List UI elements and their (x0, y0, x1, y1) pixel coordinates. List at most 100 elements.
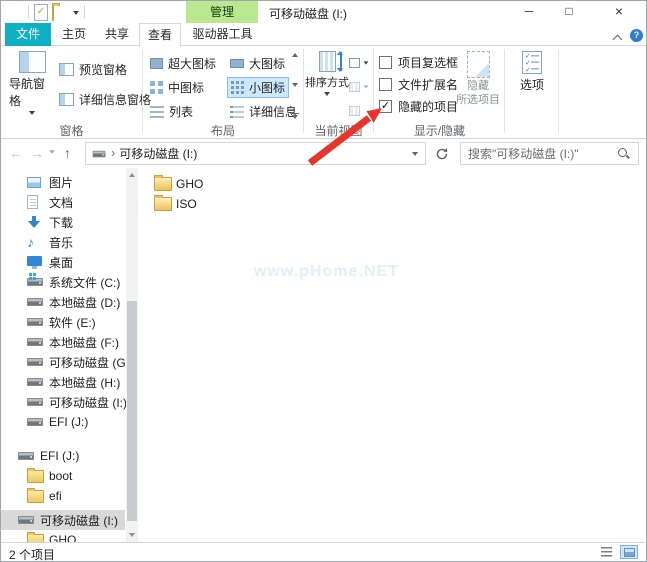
qat-customize-dropdown-icon[interactable] (73, 11, 79, 15)
group-by-icon (349, 58, 360, 68)
add-columns-button[interactable] (349, 78, 369, 96)
hidden-items-option[interactable]: ✓ 隐藏的项目 (379, 98, 458, 114)
current-view-group-label: 当前视图 (304, 122, 373, 139)
medium-icons-icon (150, 81, 163, 94)
search-input[interactable] (461, 147, 617, 161)
sidebar-item-efi-j-root[interactable]: EFI (J:) (1, 446, 125, 466)
address-dropdown-icon[interactable] (412, 152, 418, 156)
sidebar-item-label: EFI (J:) (49, 415, 88, 429)
gallery-scroll-up-icon[interactable] (292, 53, 298, 57)
details-pane-icon (59, 93, 74, 106)
layout-medium-icons[interactable]: 中图标 (147, 77, 207, 98)
gallery-scroll-down-icon[interactable] (292, 83, 298, 87)
recent-locations-dropdown-icon[interactable] (49, 150, 54, 153)
file-name-extensions-checkbox[interactable] (379, 78, 392, 91)
group-by-button[interactable] (349, 54, 369, 72)
search-box[interactable] (460, 142, 639, 165)
sidebar-item-efi-folder[interactable]: efi (1, 486, 125, 506)
tab-drive-tools[interactable]: 驱动器工具 (185, 23, 260, 46)
sidebar-item-local-disk-h[interactable]: 本地磁盘 (H:) (1, 372, 125, 392)
up-icon[interactable]: ↑ (64, 144, 71, 162)
sidebar-item-efi-j[interactable]: EFI (J:) (1, 412, 125, 432)
close-button[interactable]: × (601, 1, 637, 23)
sidebar-item-local-disk-f[interactable]: 本地磁盘 (F:) (1, 332, 125, 352)
item-check-boxes-option[interactable]: 项目复选框 (379, 54, 458, 70)
layout-large-icons[interactable]: 大图标 (227, 53, 288, 74)
sidebar-item-label: 本地磁盘 (D:) (49, 294, 120, 311)
file-item-iso[interactable]: ISO (154, 194, 197, 213)
sidebar-item-gho[interactable]: GHO (1, 530, 125, 542)
thumbnail-view-icon (624, 548, 635, 557)
collapse-ribbon-icon[interactable] (614, 34, 622, 42)
preview-pane-button[interactable]: 预览窗格 (59, 59, 127, 79)
sidebar-item-desktop[interactable]: 桌面 (1, 252, 125, 272)
sidebar-item-system-drive-c[interactable]: 系统文件 (C:) (1, 272, 125, 292)
group-separator (373, 49, 374, 133)
qat-new-folder-button[interactable] (52, 6, 54, 20)
sidebar-item-boot[interactable]: boot (1, 466, 125, 486)
status-bar: 2 个项目 (1, 542, 646, 561)
sidebar-scrollbar[interactable] (126, 168, 138, 542)
tab-home[interactable]: 主页 (53, 23, 95, 46)
layout-extra-large-icons[interactable]: 超大图标 (147, 53, 219, 74)
gallery-more-icon[interactable] (292, 113, 299, 120)
large-icons-icon (230, 59, 244, 68)
sidebar-item-label: 可移动磁盘 (G:) (49, 354, 133, 371)
file-name: ISO (176, 197, 197, 211)
size-columns-to-fit-button[interactable] (349, 102, 360, 120)
sidebar-item-documents[interactable]: 文档 (1, 192, 125, 212)
file-item-gho[interactable]: GHO (154, 174, 203, 193)
file-name-extensions-option[interactable]: 文件扩展名 (379, 76, 458, 92)
navigation-pane-button[interactable]: 导航窗格 (9, 51, 55, 115)
details-pane-label: 详细信息窗格 (79, 91, 151, 108)
show-hide-group-label: 显示/隐藏 (375, 122, 504, 139)
window-title: 可移动磁盘 (I:) (269, 5, 347, 22)
details-pane-button[interactable]: 详细信息窗格 (59, 89, 151, 109)
contextual-tab-header-manage[interactable]: 管理 (186, 1, 258, 23)
sort-by-button[interactable]: 排序方式 (305, 51, 349, 96)
qat-properties-button[interactable]: ✓ (34, 4, 48, 21)
chevron-down-icon (324, 92, 330, 96)
small-icons-icon (231, 81, 244, 94)
hide-selected-label-1: 隐藏 (467, 80, 489, 92)
layout-list[interactable]: 列表 (147, 101, 196, 122)
sidebar-item-software-e[interactable]: 软件 (E:) (1, 312, 125, 332)
sidebar-item-local-disk-d[interactable]: 本地磁盘 (D:) (1, 292, 125, 312)
sidebar-item-pictures[interactable]: 图片 (1, 172, 125, 192)
sidebar-item-removable-disk-i-selected[interactable]: 可移动磁盘 (I:) (1, 510, 125, 530)
address-input[interactable]: › 可移动磁盘 (I:) (85, 142, 426, 165)
maximize-button[interactable]: □ (551, 1, 587, 23)
layout-small-icons-selected[interactable]: 小图标 (227, 77, 289, 98)
refresh-button[interactable] (431, 143, 453, 164)
item-check-boxes-checkbox[interactable] (379, 56, 392, 69)
details-view-toggle[interactable] (597, 545, 615, 559)
back-icon[interactable]: ← (9, 144, 23, 162)
tab-file[interactable]: 文件 (5, 23, 51, 46)
sidebar-item-music[interactable]: ♪ 音乐 (1, 232, 125, 252)
tab-view[interactable]: 查看 (139, 23, 181, 47)
forward-icon[interactable]: → (30, 144, 44, 162)
sidebar-item-removable-disk-g[interactable]: 可移动磁盘 (G:) (1, 352, 125, 372)
minimize-button[interactable]: ─ (511, 1, 547, 23)
folder-icon (27, 490, 44, 503)
hide-selected-items-button[interactable]: 隐藏 所选项目 (453, 51, 503, 106)
help-icon[interactable]: ? (630, 29, 643, 42)
ribbon: 导航窗格 预览窗格 详细信息窗格 窗格 超大图标 大图标 中图标 小图标 (1, 46, 646, 139)
file-list: GHO ISO www.pHome.NET (139, 168, 646, 542)
details-view-icon (601, 547, 612, 557)
file-name-extensions-label: 文件扩展名 (398, 76, 458, 93)
drive-icon (27, 398, 43, 406)
breadcrumb-path[interactable]: 可移动磁盘 (I:) (119, 145, 197, 162)
scrollbar-thumb[interactable] (127, 301, 137, 521)
scroll-down-icon[interactable] (126, 528, 138, 542)
drive-icon (27, 338, 43, 346)
folder-icon (27, 534, 44, 543)
hidden-items-checkbox-checked[interactable]: ✓ (379, 100, 392, 113)
extra-large-icons-icon (150, 58, 163, 69)
sidebar-item-downloads[interactable]: 下载 (1, 212, 125, 232)
tab-share[interactable]: 共享 (97, 23, 137, 46)
sidebar-item-removable-disk-i[interactable]: 可移动磁盘 (I:) (1, 392, 125, 412)
options-button[interactable]: 选项 (509, 51, 555, 93)
thumbnail-view-toggle[interactable] (620, 545, 638, 559)
scroll-up-icon[interactable] (126, 168, 138, 182)
